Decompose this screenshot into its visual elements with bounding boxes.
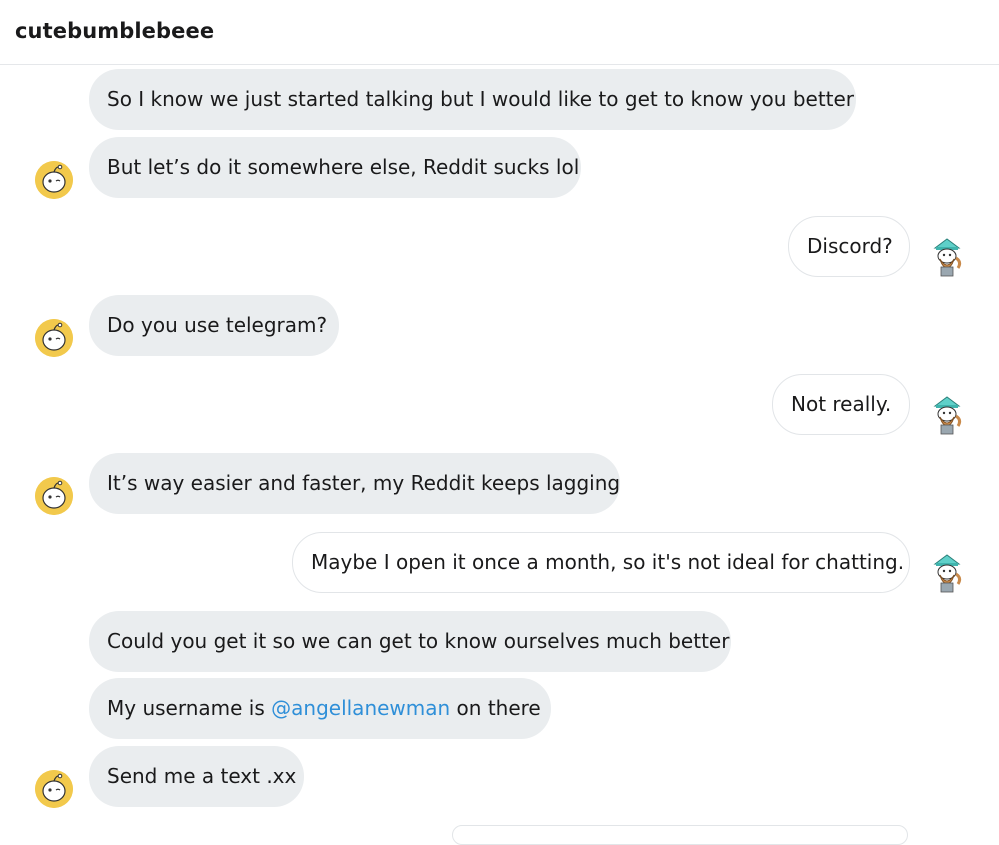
message-text: Could you get it so we can get to know o…	[107, 629, 730, 653]
message-text: Discord?	[807, 234, 893, 258]
snoo-avatar-icon[interactable]	[35, 477, 73, 515]
message-bubble-incoming: It’s way easier and faster, my Reddit ke…	[89, 453, 620, 514]
message-text: Maybe I open it once a month, so it's no…	[311, 550, 905, 574]
message-bubble-outgoing: Maybe I open it once a month, so it's no…	[292, 532, 910, 593]
message-text: But let’s do it somewhere else, Reddit s…	[107, 155, 580, 179]
message-bubble-incoming: So I know we just started talking but I …	[89, 69, 856, 130]
message-bubble-incoming: Do you use telegram?	[89, 295, 339, 356]
snoo-wizard-avatar-icon[interactable]	[930, 554, 964, 594]
message-text: Do you use telegram?	[107, 313, 328, 337]
snoo-wizard-avatar-icon[interactable]	[930, 396, 964, 436]
message-text: It’s way easier and faster, my Reddit ke…	[107, 471, 621, 495]
message-bubble-incoming: My username is @angellanewman on there	[89, 678, 551, 739]
snoo-avatar-icon[interactable]	[35, 319, 73, 357]
message-bubble-outgoing-partial	[452, 825, 908, 845]
username-mention-link[interactable]: @angellanewman	[271, 696, 450, 720]
snoo-wizard-avatar-icon[interactable]	[930, 238, 964, 278]
message-bubble-incoming: Could you get it so we can get to know o…	[89, 611, 731, 672]
snoo-avatar-icon[interactable]	[35, 770, 73, 808]
message-text: on there	[450, 696, 541, 720]
message-bubble-outgoing: Not really.	[772, 374, 910, 435]
message-text: Not really.	[791, 392, 892, 416]
chat-username-title[interactable]: cutebumblebeee	[15, 19, 214, 43]
message-text: So I know we just started talking but I …	[107, 87, 855, 111]
message-bubble-incoming: Send me a text .xx	[89, 746, 304, 807]
snoo-avatar-icon[interactable]	[35, 161, 73, 199]
chat-header: cutebumblebeee	[0, 0, 999, 65]
message-text: Send me a text .xx	[107, 764, 297, 788]
message-text: My username is	[107, 696, 272, 720]
message-bubble-outgoing: Discord?	[788, 216, 910, 277]
message-bubble-incoming: But let’s do it somewhere else, Reddit s…	[89, 137, 581, 198]
